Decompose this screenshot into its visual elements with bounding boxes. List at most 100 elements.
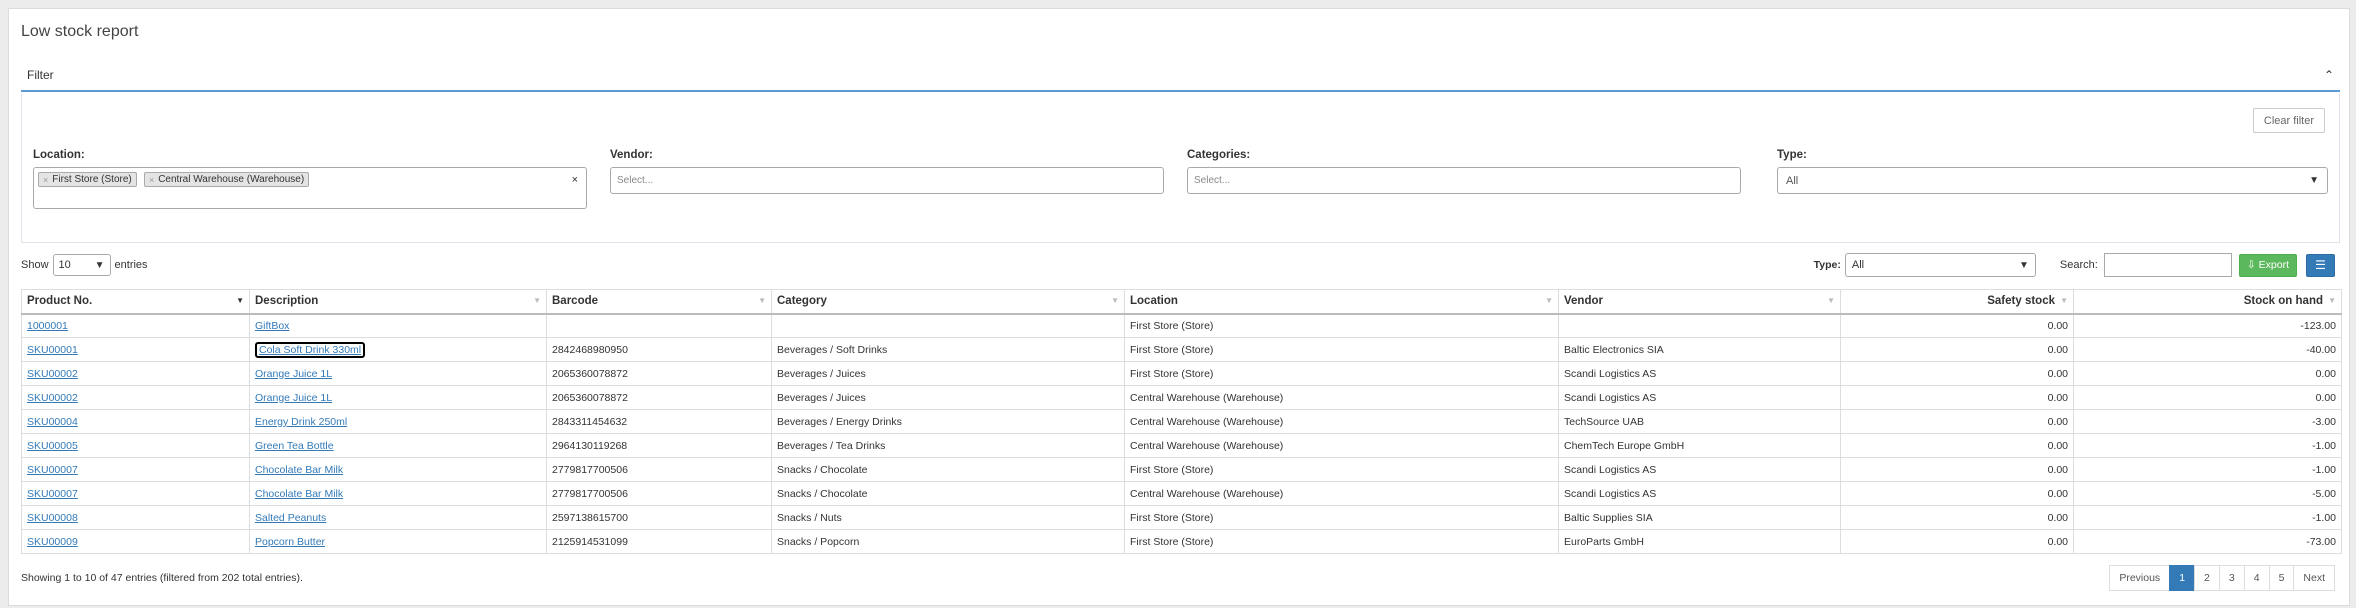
table-cell: 2065360078872 <box>546 385 772 410</box>
chip-label: First Store (Store) <box>52 174 132 185</box>
page-length-value: 10 <box>58 259 71 271</box>
export-button[interactable]: ⇩ Export <box>2238 253 2297 277</box>
sort-icon: ▼ <box>1545 296 1553 305</box>
description-cell: Chocolate Bar Milk <box>249 481 547 506</box>
table-row: SKU00001 Cola Soft Drink 330ml 28424689809… <box>21 337 2342 362</box>
table-cell: Snacks / Chocolate <box>771 481 1125 506</box>
table-row: SKU00008 Salted Peanuts 2597138615700 Snack… <box>21 505 2342 530</box>
column-header[interactable]: Safety stock ▼ <box>1840 289 2074 315</box>
table-row: SKU00009 Popcorn Butter 2125914531099 Snack… <box>21 529 2342 554</box>
column-header[interactable]: Description ▼ <box>249 289 547 315</box>
table-cell: 2065360078872 <box>546 361 772 386</box>
entries-label: entries <box>114 259 148 271</box>
table-type-select[interactable]: All ▼ <box>1844 253 2036 277</box>
table-cell: Central Warehouse (Warehouse) <box>1124 433 1559 458</box>
clear-selection-icon[interactable]: × <box>572 174 578 186</box>
sort-icon: ▼ <box>2060 296 2068 305</box>
description-link[interactable]: Orange Juice 1L <box>255 368 332 380</box>
table-cell <box>771 313 1125 338</box>
column-header[interactable]: Stock on hand ▼ <box>2073 289 2342 315</box>
description-link[interactable]: Green Tea Bottle <box>255 440 334 452</box>
location-chip: × First Store (Store) <box>38 172 137 187</box>
table-cell: Beverages / Energy Drinks <box>771 409 1125 434</box>
table-cell: -73.00 <box>2073 529 2342 554</box>
product-no-cell: SKU00007 <box>21 481 250 506</box>
next-page-button[interactable]: Next <box>2293 565 2335 591</box>
location-multiselect[interactable]: × First Store (Store) × Central Warehouse … <box>33 167 587 209</box>
table-info: Showing 1 to 10 of 47 entries (filtered … <box>21 572 303 584</box>
description-link[interactable]: GiftBox <box>255 320 289 332</box>
description-link[interactable]: Orange Juice 1L <box>255 392 332 404</box>
table-cell: EuroParts GmbH <box>1558 529 1841 554</box>
page-button[interactable]: 4 <box>2243 565 2270 591</box>
chevron-up-icon[interactable]: ⌃ <box>2324 68 2334 82</box>
low-stock-table: Product No. ▼ Description ▼ Barcode ▼ Categ… <box>21 289 2342 554</box>
page-button[interactable]: 3 <box>2218 565 2245 591</box>
description-link[interactable]: Cola Soft Drink 330ml <box>255 341 366 358</box>
page-button[interactable]: 1 <box>2169 565 2196 591</box>
table-row: SKU00002 Orange Juice 1L 2065360078872 Beve… <box>21 385 2342 410</box>
table-cell: 0.00 <box>2073 361 2342 386</box>
categories-select[interactable]: Select... <box>1187 167 1741 194</box>
page-length-select[interactable]: 10 ▼ <box>52 254 111 276</box>
table-cell: Beverages / Soft Drinks <box>771 337 1125 362</box>
table-row: SKU00002 Orange Juice 1L 2065360078872 Beve… <box>21 361 2342 386</box>
previous-page-button[interactable]: Previous <box>2109 565 2171 591</box>
product-link[interactable]: SKU00002 <box>27 368 78 380</box>
table-cell: ChemTech Europe GmbH <box>1558 433 1841 458</box>
table-cell: Scandi Logistics AS <box>1558 385 1841 410</box>
page-button[interactable]: 2 <box>2194 565 2220 591</box>
product-link[interactable]: SKU00007 <box>27 488 78 500</box>
table-cell: First Store (Store) <box>1124 529 1559 554</box>
table-row: 1000001 GiftBox First Store (Store) 0.00 -12… <box>21 313 2342 338</box>
product-no-cell: SKU00002 <box>21 385 250 410</box>
type-filter-select[interactable]: All ▼ <box>1777 167 2328 194</box>
vendor-select[interactable]: Select... <box>610 167 1164 194</box>
table-cell: 0.00 <box>1840 409 2074 434</box>
vendor-label: Vendor: <box>610 149 653 161</box>
filter-panel-header[interactable]: Filter ⌃ <box>21 59 2340 92</box>
table-cell: 0.00 <box>1840 529 2074 554</box>
description-link[interactable]: Chocolate Bar Milk <box>255 464 343 476</box>
column-visibility-button[interactable]: ☰ <box>2306 253 2335 277</box>
clear-filter-button[interactable]: Clear filter <box>2252 108 2325 133</box>
product-no-cell: SKU00001 <box>21 337 250 362</box>
search-input[interactable] <box>2103 253 2232 277</box>
page-title: Low stock report <box>21 23 139 40</box>
description-cell: Cola Soft Drink 330ml <box>249 337 547 362</box>
table-cell: -3.00 <box>2073 409 2342 434</box>
table-cell: 0.00 <box>1840 337 2074 362</box>
location-filter: Location: × First Store (Store) × Central … <box>33 149 587 209</box>
remove-chip-icon[interactable]: × <box>149 175 154 185</box>
table-cell: 0.00 <box>1840 433 2074 458</box>
sort-icon: ▼ <box>1111 296 1119 305</box>
chevron-down-icon: ▼ <box>2309 175 2319 186</box>
description-link[interactable]: Chocolate Bar Milk <box>255 488 343 500</box>
table-cell: Central Warehouse (Warehouse) <box>1124 385 1559 410</box>
table-cell: -1.00 <box>2073 505 2342 530</box>
description-cell: GiftBox <box>249 313 547 338</box>
table-cell: 0.00 <box>1840 361 2074 386</box>
table-cell: Snacks / Nuts <box>771 505 1125 530</box>
remove-chip-icon[interactable]: × <box>43 175 48 185</box>
product-link[interactable]: 1000001 <box>27 320 68 332</box>
description-link[interactable]: Popcorn Butter <box>255 536 325 548</box>
column-header[interactable]: Product No. ▼ <box>21 289 250 315</box>
table-cell: Beverages / Tea Drinks <box>771 433 1125 458</box>
type-filter: Type: All ▼ <box>1777 149 2328 194</box>
product-link[interactable]: SKU00004 <box>27 416 78 428</box>
column-header[interactable]: Barcode ▼ <box>546 289 772 315</box>
product-link[interactable]: SKU00005 <box>27 440 78 452</box>
column-header[interactable]: Location ▼ <box>1124 289 1559 315</box>
product-link[interactable]: SKU00002 <box>27 392 78 404</box>
product-link[interactable]: SKU00009 <box>27 536 78 548</box>
description-link[interactable]: Salted Peanuts <box>255 512 326 524</box>
column-header[interactable]: Vendor ▼ <box>1558 289 1841 315</box>
table-cell: Baltic Supplies SIA <box>1558 505 1841 530</box>
product-link[interactable]: SKU00007 <box>27 464 78 476</box>
page-button[interactable]: 5 <box>2268 565 2295 591</box>
description-link[interactable]: Energy Drink 250ml <box>255 416 347 428</box>
product-link[interactable]: SKU00008 <box>27 512 78 524</box>
column-header[interactable]: Category ▼ <box>771 289 1125 315</box>
product-link[interactable]: SKU00001 <box>27 344 78 356</box>
